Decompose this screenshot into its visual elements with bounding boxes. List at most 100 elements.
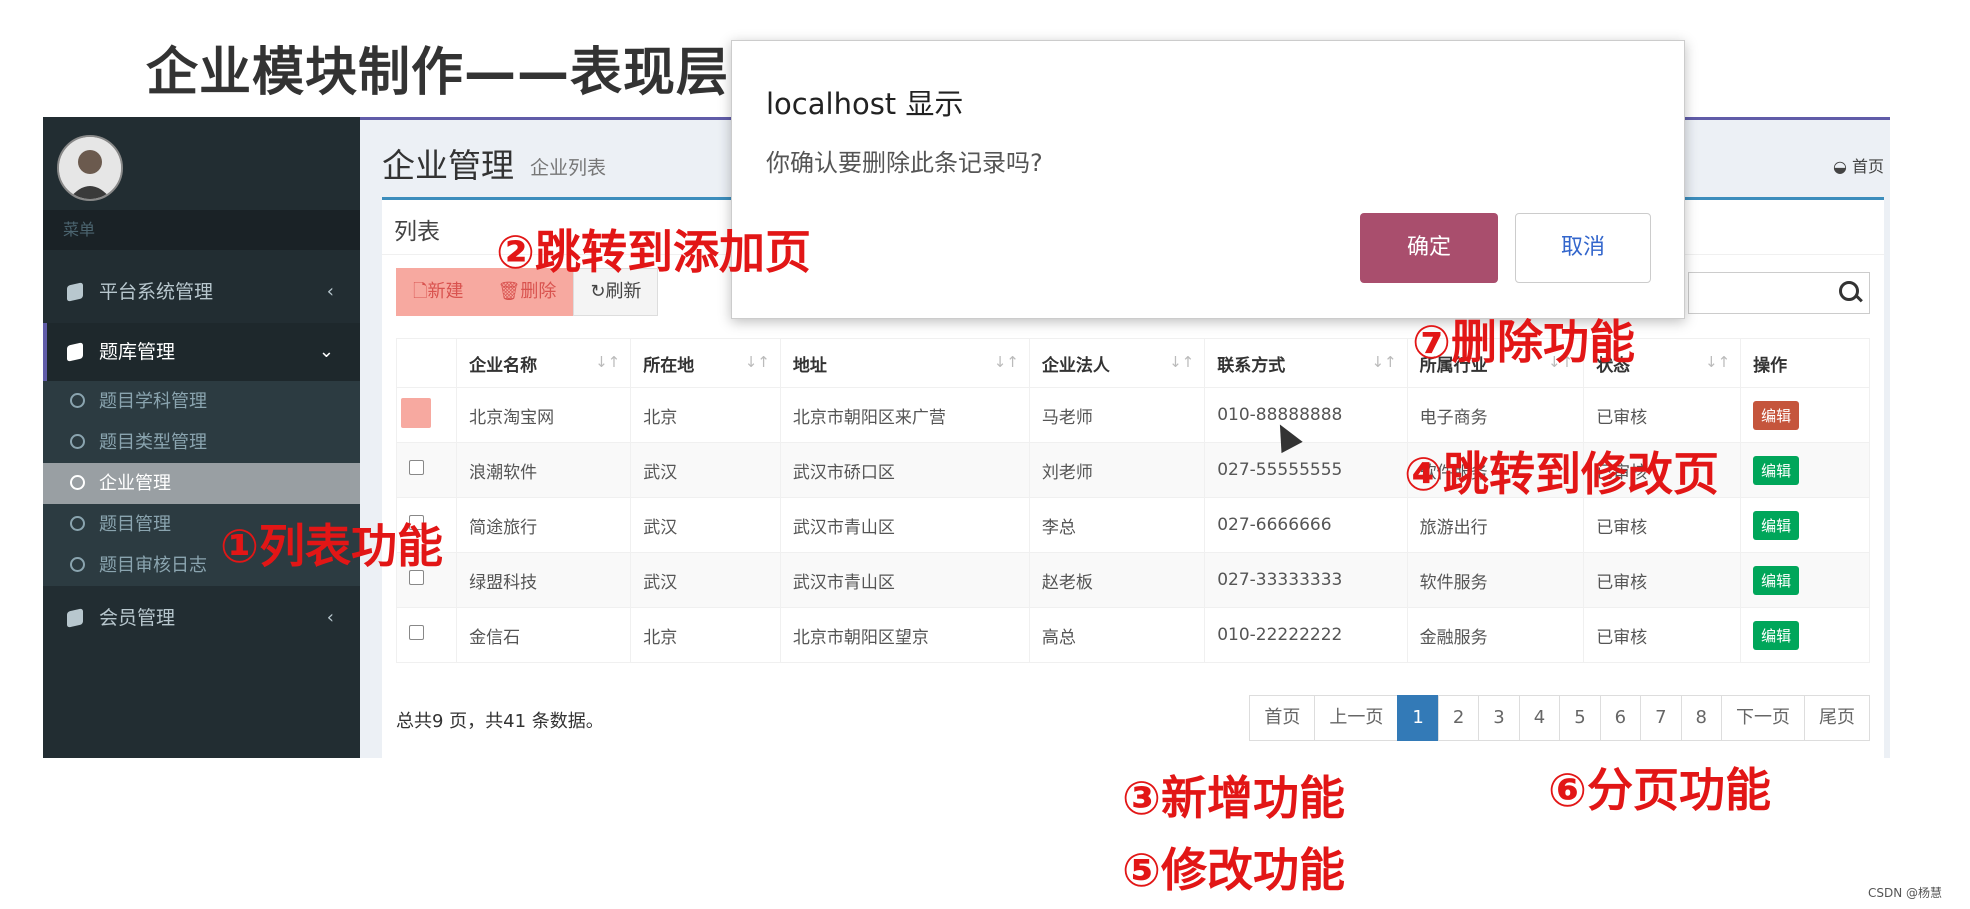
search-input[interactable] <box>1688 272 1870 314</box>
sidebar-item-label: 会员管理 <box>99 607 176 629</box>
table-row[interactable]: 金信石 北京 北京市朝阳区望京 高总 010-22222222 金融服务 已审核… <box>395 607 1870 663</box>
page-button[interactable]: 3 <box>1478 695 1520 741</box>
cell-location: 北京 <box>630 607 781 663</box>
table-row[interactable]: 绿盟科技 武汉 武汉市青山区 赵老板 027-33333333 软件服务 已审核… <box>395 552 1870 608</box>
cell-contact: 010-88888888 <box>1204 387 1408 443</box>
annotation-delete-feature: ⑦删除功能 <box>1412 315 1635 369</box>
page-button[interactable]: 6 <box>1599 695 1642 741</box>
cell-address: 北京市朝阳区来广营 <box>779 387 1030 443</box>
sort-icon[interactable]: ↓↑ <box>1169 353 1194 371</box>
cell-legal-person: 马老师 <box>1028 387 1206 443</box>
new-button[interactable]: 🗋新建 <box>396 268 481 316</box>
cell-company-name: 绿盟科技 <box>456 552 632 608</box>
table-header-row: 企业名称 ↓↑ 所在地 ↓↑ 地址 ↓↑ 企业法人 ↓↑ 联系方式 ↓↑ 所属行业 ↓↑ 状… <box>395 338 1870 388</box>
cell-legal-person: 刘老师 <box>1028 442 1206 498</box>
column-header[interactable]: 企业法人 ↓↑ <box>1028 338 1206 388</box>
breadcrumb[interactable]: ◒ 首页 <box>1833 153 1884 177</box>
edit-button[interactable]: 编辑 <box>1753 455 1800 485</box>
cell-contact: 027-33333333 <box>1204 552 1408 608</box>
column-header: 操作 <box>1740 338 1870 388</box>
page-prev-button[interactable]: 上一页 <box>1314 695 1399 741</box>
cancel-button[interactable]: 取消 <box>1515 213 1651 283</box>
cell-legal-person: 李总 <box>1028 497 1206 553</box>
column-header-label: 企业名称 <box>469 355 538 376</box>
edit-button[interactable]: 编辑 <box>1753 565 1800 595</box>
confirm-dialog: localhost 显示 你确认要删除此条记录吗? 确定 取消 <box>731 40 1685 319</box>
sidebar-item-members[interactable]: 会员管理 ‹ <box>43 589 360 647</box>
cell-contact: 010-22222222 <box>1204 607 1408 663</box>
confirm-button[interactable]: 确定 <box>1360 213 1498 283</box>
cell-company-name: 简途旅行 <box>456 497 632 553</box>
column-header[interactable]: 企业名称 ↓↑ <box>456 338 632 388</box>
file-icon: 🗋 <box>413 281 428 302</box>
sidebar-subitem-type[interactable]: 题目类型管理 <box>43 422 360 463</box>
table-row[interactable]: 简途旅行 武汉 武汉市青山区 李总 027-6666666 旅游出行 已审核 编… <box>395 497 1870 553</box>
trash-icon: 🗑 <box>497 281 521 302</box>
column-header[interactable]: 联系方式 ↓↑ <box>1204 338 1408 388</box>
annotation-list-feature: ①列表功能 <box>220 519 443 573</box>
sort-icon[interactable]: ↓↑ <box>595 353 620 371</box>
annotation-pagination-feature: ⑥分页功能 <box>1548 763 1771 817</box>
chevron-left-icon: ‹ <box>326 607 334 628</box>
page-button[interactable]: 7 <box>1640 695 1682 741</box>
page-last-button[interactable]: 尾页 <box>1804 695 1870 741</box>
annotation-goto-add: ②跳转到添加页 <box>496 225 811 279</box>
cell-company-name: 北京淘宝网 <box>456 387 632 443</box>
row-checkbox[interactable] <box>409 460 424 475</box>
cell-status: 已审核 <box>1583 497 1742 553</box>
search-icon[interactable] <box>1839 281 1859 301</box>
circle-icon <box>70 516 85 531</box>
edit-button[interactable]: 编辑 <box>1753 620 1800 650</box>
sidebar-subitem-label: 题目审核日志 <box>99 555 207 576</box>
cell-location: 北京 <box>630 387 781 443</box>
cell-industry: 电子商务 <box>1406 387 1585 443</box>
watermark: CSDN @杨慧 <box>1867 886 1942 900</box>
sort-icon[interactable]: ↓↑ <box>745 353 770 371</box>
cell-industry: 旅游出行 <box>1406 497 1585 553</box>
page-title: 企业管理 <box>382 146 514 185</box>
page-first-button[interactable]: 首页 <box>1249 695 1316 741</box>
edit-button[interactable]: 编辑 <box>1753 400 1800 430</box>
page-button[interactable]: 2 <box>1437 695 1480 741</box>
cell-company-name: 浪潮软件 <box>456 442 632 498</box>
sidebar-subitem-company[interactable]: 企业管理 <box>43 463 360 504</box>
annotation-add-feature: ③新增功能 <box>1122 771 1345 825</box>
page-button[interactable]: 8 <box>1680 695 1722 741</box>
sidebar-subitem-label: 题目类型管理 <box>99 432 207 453</box>
delete-button-label: 删除 <box>520 281 557 302</box>
cell-industry: 金融服务 <box>1406 607 1585 663</box>
cell-status: 已审核 <box>1583 552 1742 608</box>
cell-address: 武汉市硚口区 <box>779 442 1030 498</box>
column-header[interactable]: 所在地 ↓↑ <box>630 338 781 388</box>
breadcrumb-home[interactable]: 首页 <box>1852 157 1884 176</box>
page-button[interactable]: 1 <box>1397 695 1439 741</box>
row-checkbox[interactable] <box>409 625 424 640</box>
new-button-label: 新建 <box>427 281 464 302</box>
edit-button[interactable]: 编辑 <box>1753 510 1800 540</box>
pagination: 首页 上一页 1 2 3 4 5 6 7 8 下一页 尾页 <box>1249 695 1870 741</box>
pagination-summary: 总共9 页，共41 条数据。 <box>396 711 604 732</box>
page-button[interactable]: 5 <box>1559 695 1601 741</box>
cell-address: 武汉市青山区 <box>779 552 1030 608</box>
sort-icon[interactable]: ↓↑ <box>1371 353 1396 371</box>
sort-icon[interactable]: ↓↑ <box>994 353 1019 371</box>
annotation-edit-feature: ⑤修改功能 <box>1122 843 1345 897</box>
box-title: 列表 <box>394 219 440 245</box>
circle-icon <box>70 557 85 572</box>
sidebar-item-label: 题库管理 <box>99 341 176 363</box>
sidebar-item-question-bank[interactable]: 题库管理 ⌄ <box>43 323 360 381</box>
sidebar-item-platform[interactable]: 平台系统管理 ‹ <box>43 263 360 321</box>
cell-status: 已审核 <box>1583 607 1742 663</box>
refresh-button-label: 刷新 <box>605 281 642 302</box>
column-header[interactable]: 地址 ↓↑ <box>779 338 1030 388</box>
row-checkbox[interactable] <box>401 397 431 428</box>
table-row[interactable]: 北京淘宝网 北京 北京市朝阳区来广营 马老师 010-88888888 电子商务… <box>395 387 1870 443</box>
annotation-goto-edit: ④跳转到修改页 <box>1404 447 1719 501</box>
page-button[interactable]: 4 <box>1518 695 1561 741</box>
column-header-label: 企业法人 <box>1041 355 1110 376</box>
cell-address: 北京市朝阳区望京 <box>779 607 1030 663</box>
sidebar-subitem-subject[interactable]: 题目学科管理 <box>43 381 360 422</box>
menu-header: 菜单 <box>43 210 360 250</box>
page-next-button[interactable]: 下一页 <box>1721 695 1805 741</box>
sort-icon[interactable]: ↓↑ <box>1705 353 1730 371</box>
